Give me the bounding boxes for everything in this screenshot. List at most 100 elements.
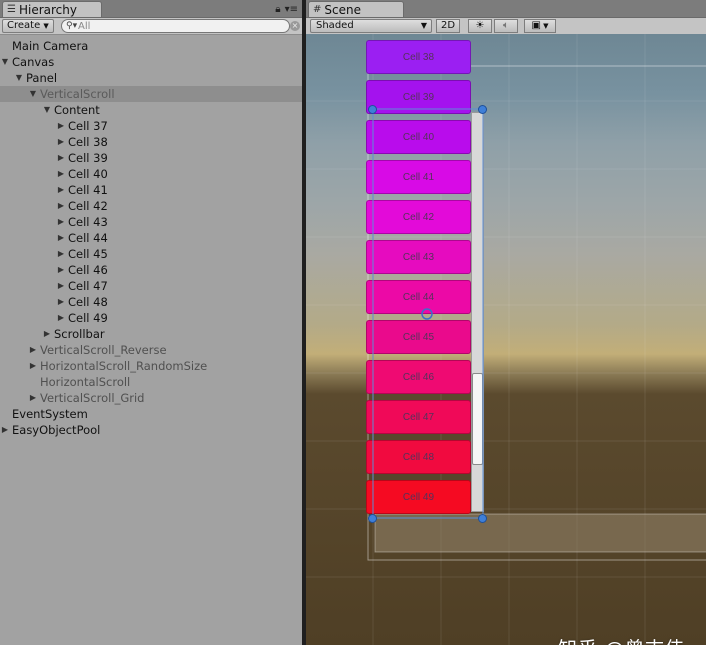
tree-item-label: HorizontalScroll_RandomSize xyxy=(40,359,208,373)
collapsed-arrow-icon[interactable]: ▶ xyxy=(56,182,66,198)
scene-cell[interactable]: Cell 38 xyxy=(366,40,471,74)
tree-item[interactable]: ▼ Panel xyxy=(0,70,302,86)
lighting-toggle[interactable]: ☀ xyxy=(468,19,492,33)
scene-cell[interactable]: Cell 45 xyxy=(366,320,471,354)
tree-item-label: Cell 37 xyxy=(68,119,108,133)
shading-mode-dropdown[interactable]: Shaded ▼ xyxy=(310,19,432,33)
collapsed-arrow-icon[interactable]: ▶ xyxy=(42,326,52,342)
expanded-arrow-icon[interactable]: ▼ xyxy=(42,102,52,118)
scene-panel: # Scene Shaded ▼ 2D ☀ 🔈︎ ▣ ▼ Cell 38 Cel… xyxy=(306,0,706,645)
tree-item-label: Canvas xyxy=(12,55,55,69)
scene-toolbar: Shaded ▼ 2D ☀ 🔈︎ ▣ ▼ xyxy=(306,18,706,35)
collapsed-arrow-icon[interactable]: ▶ xyxy=(28,342,38,358)
tree-item[interactable]: ▶ Cell 41 xyxy=(0,182,302,198)
collapsed-arrow-icon[interactable]: ▶ xyxy=(28,358,38,374)
gizmo-corner-top-right[interactable] xyxy=(478,105,487,114)
tree-item[interactable]: ▶ Cell 42 xyxy=(0,198,302,214)
scene-cell[interactable]: Cell 42 xyxy=(366,200,471,234)
tree-item[interactable]: Main Camera xyxy=(0,38,302,54)
scene-cell[interactable]: Cell 44 xyxy=(366,280,471,314)
tree-item[interactable]: ▶ Cell 38 xyxy=(0,134,302,150)
collapsed-arrow-icon[interactable]: ▶ xyxy=(56,246,66,262)
hierarchy-panel: ☰ Hierarchy 🔒︎ ▾≡ Create ▼ ⚲▾ × Main Cam… xyxy=(0,0,302,645)
tree-item-label: Cell 47 xyxy=(68,279,108,293)
tree-item-label: Cell 38 xyxy=(68,135,108,149)
collapsed-arrow-icon[interactable]: ▶ xyxy=(56,134,66,150)
scrollbar-handle[interactable] xyxy=(472,373,483,465)
tree-item[interactable]: ▶ EasyObjectPool xyxy=(0,422,302,438)
search-icon: ⚲▾ xyxy=(66,21,78,31)
tree-item[interactable]: ▼ VerticalScroll xyxy=(0,86,302,102)
scene-cell[interactable]: Cell 41 xyxy=(366,160,471,194)
scene-cell[interactable]: Cell 46 xyxy=(366,360,471,394)
audio-toggle[interactable]: 🔈︎ xyxy=(494,19,518,33)
tree-item-label: VerticalScroll xyxy=(40,87,115,101)
scene-cell[interactable]: Cell 43 xyxy=(366,240,471,274)
tree-item-label: VerticalScroll_Grid xyxy=(40,391,145,405)
tree-item[interactable]: HorizontalScroll xyxy=(0,374,302,390)
tab-scene-label: Scene xyxy=(324,2,361,17)
collapsed-arrow-icon[interactable]: ▶ xyxy=(56,230,66,246)
panel-rect xyxy=(374,513,706,553)
tree-item[interactable]: ▶ Cell 47 xyxy=(0,278,302,294)
collapsed-arrow-icon[interactable]: ▶ xyxy=(56,118,66,134)
collapsed-arrow-icon[interactable]: ▶ xyxy=(0,422,10,438)
gizmo-corner-bottom-left[interactable] xyxy=(368,514,377,523)
create-button[interactable]: Create ▼ xyxy=(2,19,54,33)
expanded-arrow-icon[interactable]: ▼ xyxy=(28,86,38,102)
tree-item[interactable]: ▶ VerticalScroll_Reverse xyxy=(0,342,302,358)
tree-item[interactable]: ▶ HorizontalScroll_RandomSize xyxy=(0,358,302,374)
expanded-arrow-icon[interactable]: ▼ xyxy=(0,54,10,70)
tree-item-label: Cell 49 xyxy=(68,311,108,325)
collapsed-arrow-icon[interactable]: ▶ xyxy=(56,166,66,182)
tree-item[interactable]: ▶ Cell 46 xyxy=(0,262,302,278)
collapsed-arrow-icon[interactable]: ▶ xyxy=(28,390,38,406)
tree-item[interactable]: ▶ Cell 37 xyxy=(0,118,302,134)
search-input[interactable] xyxy=(76,20,268,32)
watermark: 知乎 @曾志伟 xyxy=(558,634,685,645)
gizmo-corner-bottom-right[interactable] xyxy=(478,514,487,523)
tree-item[interactable]: ▶ Scrollbar xyxy=(0,326,302,342)
scene-cell[interactable]: Cell 39 xyxy=(366,80,471,114)
search-box[interactable]: ⚲▾ xyxy=(61,19,290,33)
chevron-down-icon: ▼ xyxy=(43,22,49,30)
gizmo-corner-top-left[interactable] xyxy=(368,105,377,114)
scene-cell[interactable]: Cell 49 xyxy=(366,480,471,514)
tree-item[interactable]: ▶ Cell 39 xyxy=(0,150,302,166)
tree-item-label: Cell 43 xyxy=(68,215,108,229)
mode-2d-button[interactable]: 2D xyxy=(436,19,460,33)
effects-dropdown[interactable]: ▣ ▼ xyxy=(524,19,556,33)
collapsed-arrow-icon[interactable]: ▶ xyxy=(56,150,66,166)
scene-cell[interactable]: Cell 47 xyxy=(366,400,471,434)
tab-scene[interactable]: # Scene xyxy=(308,1,404,17)
collapsed-arrow-icon[interactable]: ▶ xyxy=(56,310,66,326)
scene-cell[interactable]: Cell 48 xyxy=(366,440,471,474)
tree-item[interactable]: ▶ Cell 44 xyxy=(0,230,302,246)
tree-item[interactable]: ▶ Cell 49 xyxy=(0,310,302,326)
sun-icon: ☀ xyxy=(475,20,485,31)
collapsed-arrow-icon[interactable]: ▶ xyxy=(56,278,66,294)
lock-icon[interactable]: 🔒︎ xyxy=(275,4,280,15)
tree-item[interactable]: ▶ Cell 45 xyxy=(0,246,302,262)
tree-item[interactable]: ▶ Cell 40 xyxy=(0,166,302,182)
tree-item[interactable]: EventSystem xyxy=(0,406,302,422)
collapsed-arrow-icon[interactable]: ▶ xyxy=(56,214,66,230)
tree-item[interactable]: ▼ Canvas xyxy=(0,54,302,70)
collapsed-arrow-icon[interactable]: ▶ xyxy=(56,294,66,310)
expanded-arrow-icon[interactable]: ▼ xyxy=(14,70,24,86)
scene-cell[interactable]: Cell 40 xyxy=(366,120,471,154)
hierarchy-tabbar: ☰ Hierarchy 🔒︎ ▾≡ xyxy=(0,0,302,18)
grid-icon: # xyxy=(313,3,322,15)
collapsed-arrow-icon[interactable]: ▶ xyxy=(56,262,66,278)
tree-item-label: Cell 44 xyxy=(68,231,108,245)
tree-item[interactable]: ▶ VerticalScroll_Grid xyxy=(0,390,302,406)
collapsed-arrow-icon[interactable]: ▶ xyxy=(56,198,66,214)
tree-item[interactable]: ▼ Content xyxy=(0,102,302,118)
panel-menu-icon[interactable]: ▾≡ xyxy=(285,4,298,15)
scene-viewport[interactable]: Cell 38 Cell 39 Cell 40 Cell 41 Cell 42 Cell … xyxy=(306,34,706,645)
tab-hierarchy[interactable]: ☰ Hierarchy xyxy=(2,1,102,17)
search-cancel-icon[interactable]: × xyxy=(290,21,300,31)
scrollbar-track[interactable] xyxy=(471,112,484,512)
tree-item[interactable]: ▶ Cell 48 xyxy=(0,294,302,310)
tree-item[interactable]: ▶ Cell 43 xyxy=(0,214,302,230)
